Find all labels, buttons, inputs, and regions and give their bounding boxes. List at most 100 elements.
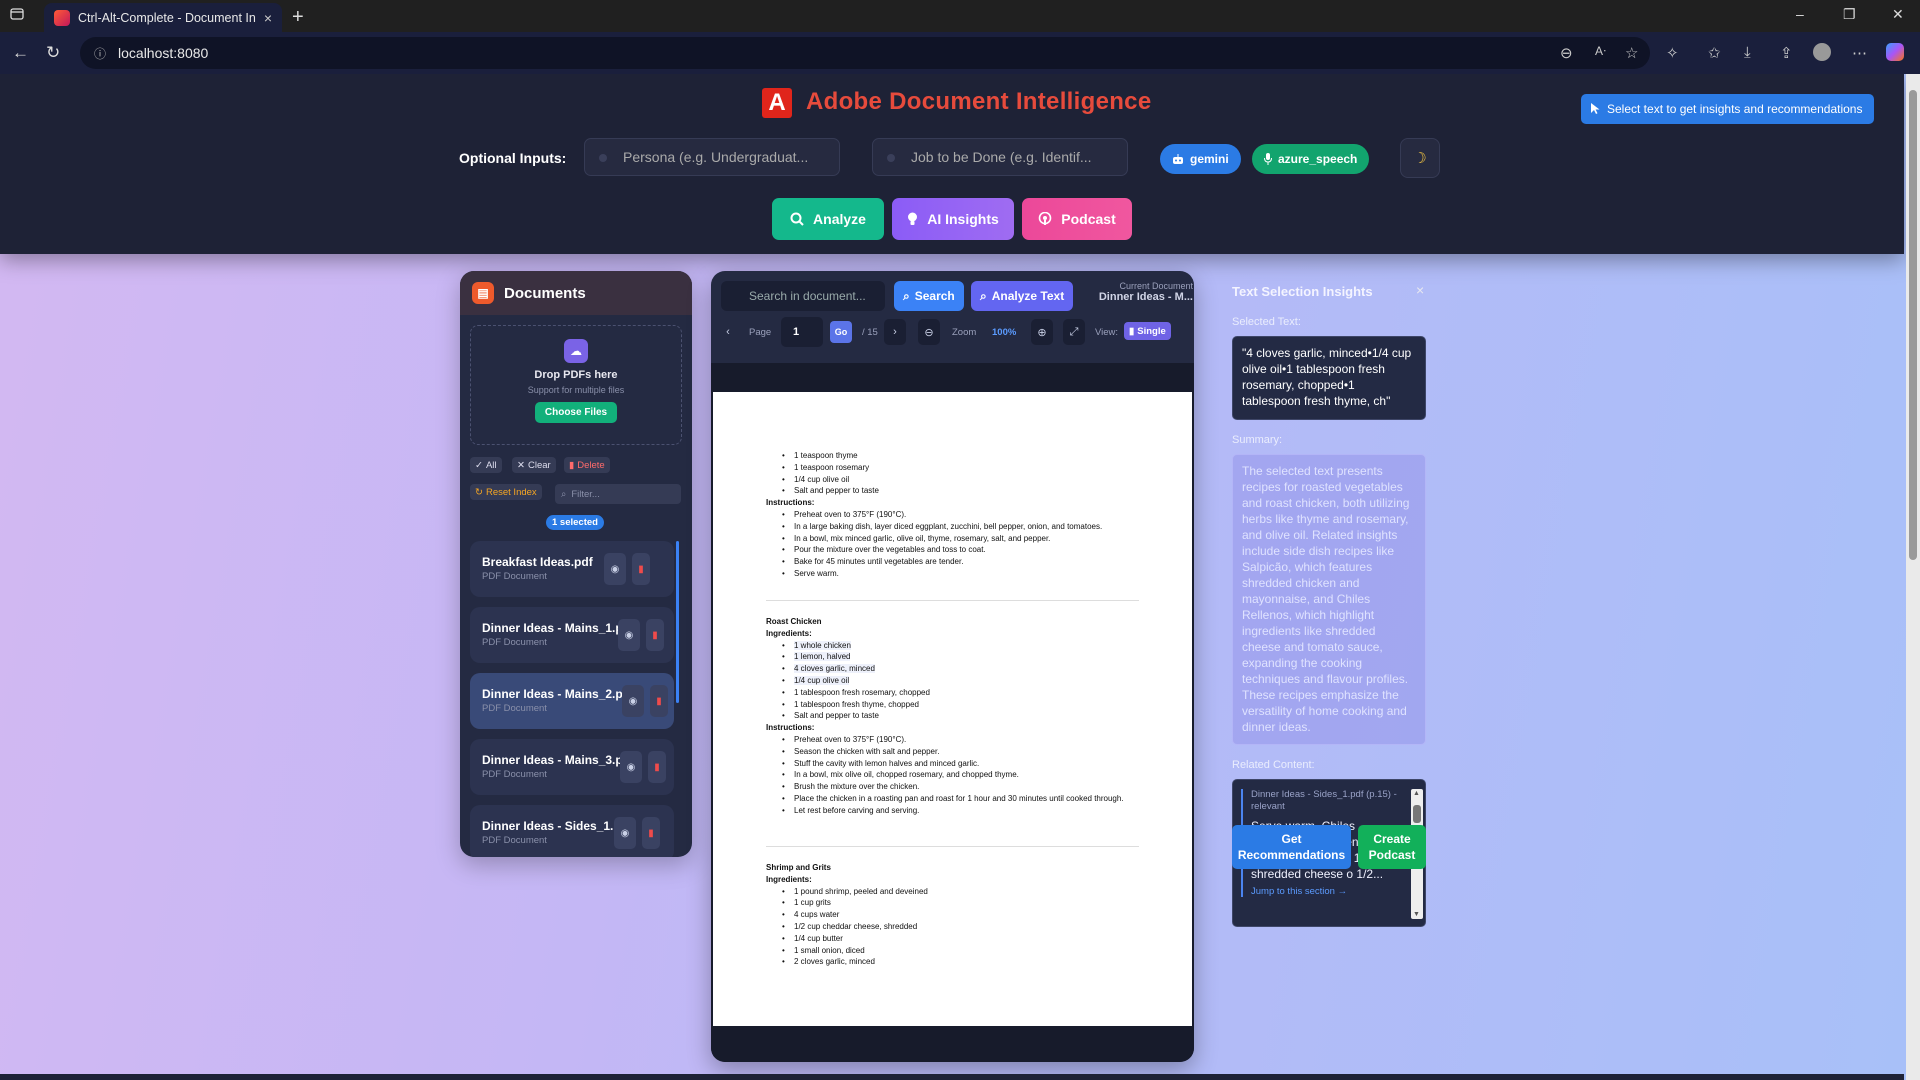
trash-icon[interactable]: ▮ (648, 751, 666, 783)
document-item[interactable]: Dinner Ideas - Mains_3.pdf PDF Document … (470, 739, 674, 795)
job-icon (887, 154, 895, 162)
profile-avatar[interactable] (1813, 43, 1831, 61)
list-item: Preheat oven to 375°F (190°C). (766, 509, 1156, 521)
downloads-icon[interactable]: ⤓ (1744, 44, 1751, 61)
zoom-icon[interactable]: ⊖ (1560, 44, 1573, 62)
eye-icon[interactable]: ◉ (614, 817, 636, 849)
get-recommendations-button[interactable]: Get Recommendations (1232, 825, 1351, 869)
zoom-in-icon[interactable]: ⊕ (1031, 319, 1053, 345)
ai-insights-button[interactable]: AI Insights (892, 198, 1014, 240)
document-type: PDF Document (482, 637, 547, 648)
copilot-icon[interactable] (1886, 43, 1904, 61)
address-bar: ← ↻ ⓘ localhost:8080 ⊖ Aᐧ ☆ ✧ ✩ ⤓ ⇪ ⋯ (0, 32, 1920, 74)
eye-icon[interactable]: ◉ (622, 685, 644, 717)
url-text: localhost:8080 (118, 45, 209, 61)
view-mode-single-button[interactable]: ▮ Single (1124, 322, 1171, 340)
app-root: A Adobe Document Intelligence Select tex… (0, 74, 1920, 1080)
prev-page-button[interactable]: ‹ (721, 319, 735, 345)
back-icon[interactable]: ← (12, 43, 29, 63)
site-info-icon[interactable]: ⓘ (94, 45, 106, 62)
refresh-icon[interactable]: ↻ (46, 43, 60, 63)
scroll-thumb[interactable] (1413, 805, 1421, 823)
trash-icon[interactable]: ▮ (650, 685, 668, 717)
ingredients-heading: Ingredients: (766, 628, 812, 638)
tab-actions-icon[interactable] (10, 7, 24, 21)
dark-mode-toggle[interactable]: ☽ (1400, 138, 1440, 178)
url-field[interactable]: ⓘ localhost:8080 (80, 37, 1650, 69)
view-label: View: (1095, 326, 1119, 338)
filter-input[interactable]: ⌕ Filter... (555, 484, 681, 504)
analyze-label: Analyze (813, 211, 866, 227)
documents-header: ▤ Documents (460, 271, 692, 315)
azure-speech-badge[interactable]: azure_speech (1252, 144, 1370, 174)
page-scroll-thumb[interactable] (1909, 90, 1917, 560)
document-type: PDF Document (482, 769, 547, 780)
pdf-page-area[interactable]: 1 teaspoon thyme 1 teaspoon rosemary 1/4… (711, 363, 1194, 1062)
bottom-edge (0, 1074, 1904, 1080)
pdf-page[interactable]: 1 teaspoon thyme 1 teaspoon rosemary 1/4… (713, 392, 1192, 1026)
more-menu-icon[interactable]: ⋯ (1852, 44, 1867, 62)
podcast-button[interactable]: Podcast (1022, 198, 1132, 240)
trash-icon[interactable]: ▮ (642, 817, 660, 849)
minimize-button[interactable]: – (1796, 6, 1804, 22)
next-page-button[interactable]: › (884, 319, 906, 345)
document-search-input[interactable]: Search in document... (721, 281, 885, 311)
document-item[interactable]: Breakfast Ideas.pdf PDF Document ◉ ▮ (470, 541, 674, 597)
summary-box: The selected text presents recipes for r… (1232, 454, 1426, 745)
share-icon[interactable]: ⇪ (1780, 44, 1793, 62)
extensions-icon[interactable]: ✧ (1666, 44, 1679, 62)
reset-index-button[interactable]: ↻ Reset Index (470, 484, 542, 500)
clear-selection-button[interactable]: ✕ Clear (512, 457, 556, 473)
favorite-star-icon[interactable]: ☆ (1625, 44, 1638, 62)
tab-close-icon[interactable]: × (264, 10, 272, 26)
close-icon[interactable]: × (1416, 282, 1424, 298)
scroll-down-icon[interactable]: ▼ (1413, 911, 1420, 918)
fit-screen-icon[interactable]: ⤢ (1063, 319, 1085, 345)
favorites-icon[interactable]: ✩ (1708, 44, 1721, 62)
highlighted-text: 1/4 cup olive oil (794, 675, 850, 685)
list-item: 1 teaspoon thyme (766, 450, 1156, 462)
scroll-up-icon[interactable]: ▲ (1413, 790, 1420, 797)
analyze-button[interactable]: Analyze (772, 198, 884, 240)
choose-files-button[interactable]: Choose Files (534, 402, 618, 423)
analyze-text-button[interactable]: ⌕ Analyze Text (971, 281, 1074, 311)
page-scrollbar[interactable] (1906, 74, 1920, 1080)
trash-icon[interactable]: ▮ (646, 619, 664, 651)
jump-to-section-link[interactable]: Jump to this section → (1251, 886, 1403, 897)
list-item: Stuff the cavity with lemon halves and m… (766, 758, 1156, 770)
browser-tab[interactable]: Ctrl-Alt-Complete - Document Intell × (44, 3, 282, 32)
trash-icon[interactable]: ▮ (632, 553, 650, 585)
current-document-name: Dinner Ideas - M... (1098, 291, 1193, 303)
eye-icon[interactable]: ◉ (620, 751, 642, 783)
document-name: Dinner Ideas - Mains_3.pdf (482, 753, 635, 767)
maximize-button[interactable]: ❐ (1843, 6, 1856, 23)
go-button[interactable]: Go (830, 321, 852, 343)
lightbulb-icon (907, 212, 918, 226)
job-to-be-done-input[interactable]: Job to be Done (e.g. Identif... (872, 138, 1128, 176)
app-favicon-icon (54, 9, 70, 26)
eye-icon[interactable]: ◉ (618, 619, 640, 651)
eye-icon[interactable]: ◉ (604, 553, 626, 585)
delete-selected-button[interactable]: ▮ Delete (564, 457, 610, 473)
select-text-hint-button[interactable]: Select text to get insights and recommen… (1581, 94, 1874, 124)
search-icon: ⌕ (561, 488, 567, 500)
document-list-scrollbar[interactable] (676, 541, 679, 703)
app-title: Adobe Document Intelligence (806, 88, 1152, 115)
search-button[interactable]: ⌕ Search (894, 281, 964, 311)
recipe-block-roast-chicken: Roast Chicken Ingredients: 1 whole chick… (766, 616, 1156, 817)
select-all-button[interactable]: ✓ All (470, 457, 502, 473)
page-number-input[interactable]: 1 (781, 317, 823, 347)
document-item-selected[interactable]: Dinner Ideas - Mains_2.pdf PDF Document … (470, 673, 674, 729)
new-tab-button[interactable]: + (292, 6, 304, 29)
view-mode-label: Single (1137, 325, 1166, 337)
gemini-badge[interactable]: gemini (1160, 144, 1241, 174)
persona-input[interactable]: Persona (e.g. Undergraduat... (584, 138, 840, 176)
pdf-drop-zone[interactable]: ☁ Drop PDFs here Support for multiple fi… (470, 325, 682, 445)
close-window-button[interactable]: ✕ (1892, 6, 1904, 23)
zoom-out-icon[interactable]: ⊖ (918, 319, 940, 345)
document-item[interactable]: Dinner Ideas - Mains_1.pdf PDF Document … (470, 607, 674, 663)
create-podcast-button[interactable]: Create Podcast (1358, 825, 1426, 869)
document-item[interactable]: Dinner Ideas - Sides_1.pdf PDF Document … (470, 805, 674, 857)
read-aloud-icon[interactable]: Aᐧ (1595, 44, 1606, 58)
list-item: 4 cups water (766, 909, 1156, 921)
